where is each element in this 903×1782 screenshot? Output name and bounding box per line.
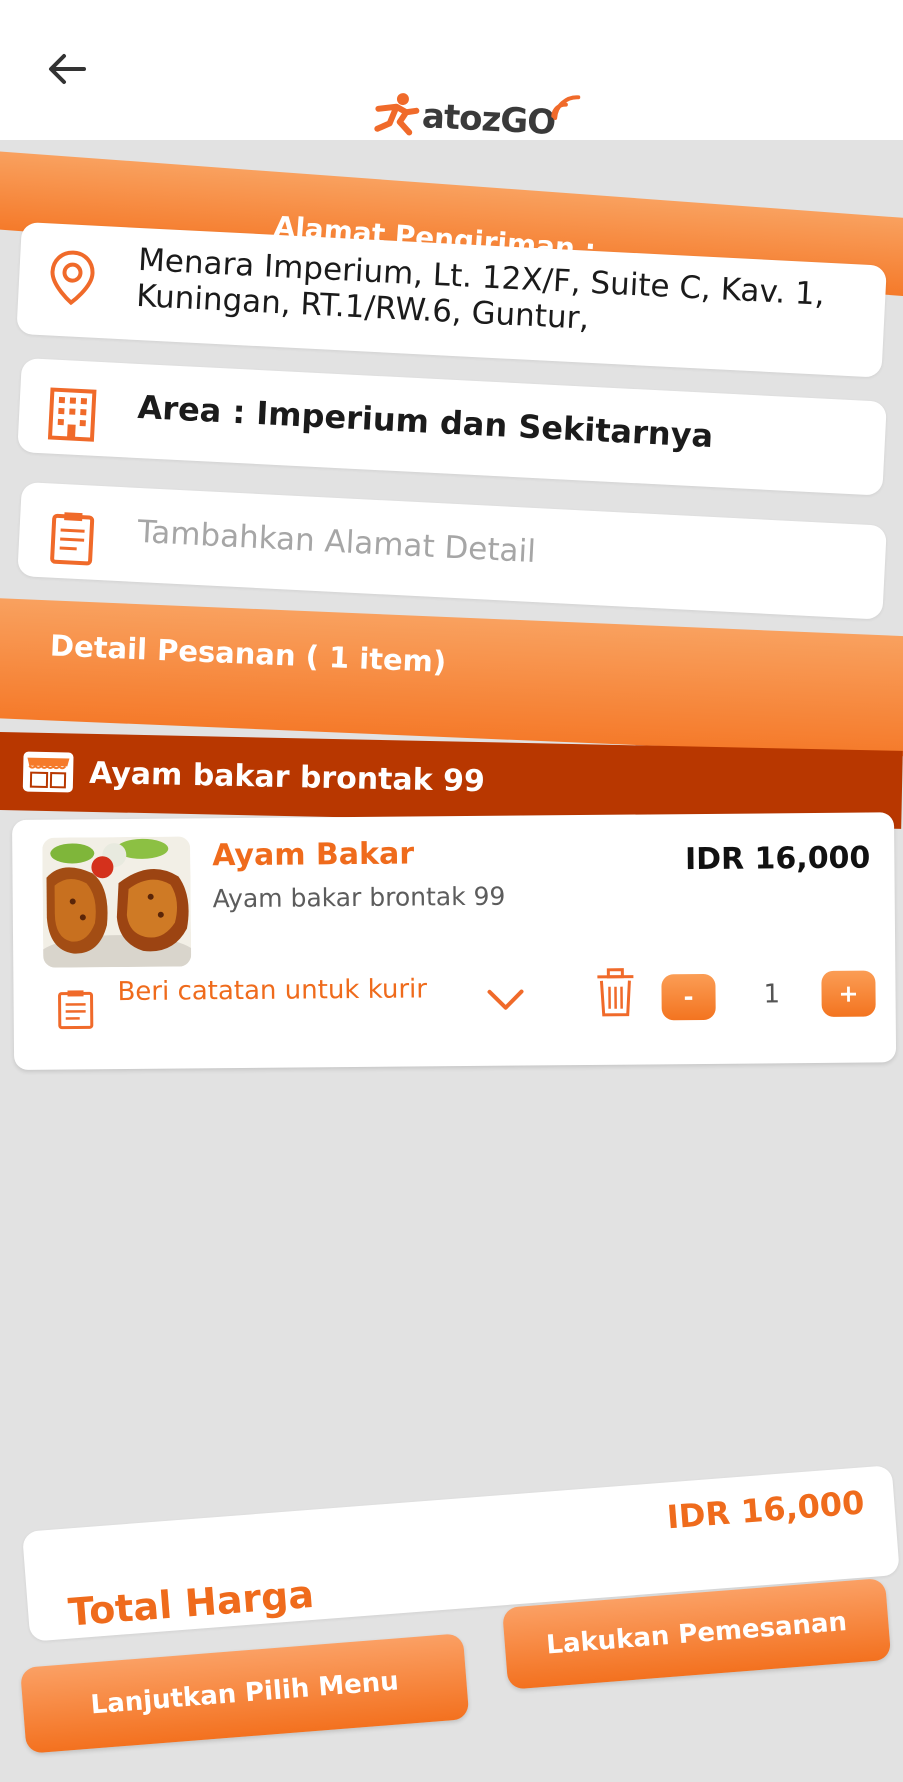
address-detail-placeholder: Tambahkan Alamat Detail [136, 513, 537, 571]
note-icon [58, 990, 94, 1030]
location-pin-icon [50, 250, 95, 306]
courier-note-input[interactable]: Beri catatan untuk kurir [117, 976, 427, 1029]
chevron-down-icon[interactable] [483, 982, 527, 1018]
total-price: IDR 16,000 [665, 1483, 866, 1537]
quantity-increase-button[interactable]: + [821, 970, 876, 1017]
address-detail-input[interactable]: Tambahkan Alamat Detail [17, 482, 887, 620]
item-title: Ayam Bakar [212, 836, 415, 874]
quantity-decrease-button[interactable]: - [661, 973, 716, 1021]
order-heading: Detail Pesanan ( 1 item) [49, 628, 447, 679]
trash-icon[interactable] [593, 967, 637, 1019]
address-text: Menara Imperium, Lt. 12X/F, Suite C, Kav… [135, 241, 826, 337]
item-subtitle: Ayam bakar brontak 99 [212, 881, 506, 914]
order-section-header: Detail Pesanan ( 1 item) [0, 598, 903, 757]
signal-icon [551, 95, 581, 121]
app-logo: atozGO [370, 79, 585, 160]
area-card[interactable]: Area : Imperium dan Sekitarnya [17, 358, 887, 496]
area-text: Area : Imperium dan Sekitarnya [136, 387, 715, 456]
runner-logo-icon [374, 93, 420, 136]
store-icon [22, 751, 74, 793]
order-item-card: Ayam Bakar Ayam bakar brontak 99 IDR 16,… [12, 812, 897, 1070]
shop-name: Ayam bakar brontak 99 [88, 755, 486, 799]
logo-text-atoz: atoz [421, 96, 502, 141]
item-price: IDR 16,000 [684, 840, 871, 878]
quantity-value: 1 [763, 979, 781, 1010]
clipboard-icon [50, 512, 95, 566]
logo-text: atozGO [421, 96, 556, 143]
food-image [42, 836, 192, 968]
logo-text-go: GO [499, 100, 557, 144]
continue-menu-button[interactable]: Lanjutkan Pilih Menu [20, 1633, 470, 1754]
back-arrow-icon[interactable] [44, 44, 94, 94]
building-icon [47, 387, 97, 442]
total-label: Total Harga [66, 1571, 316, 1635]
